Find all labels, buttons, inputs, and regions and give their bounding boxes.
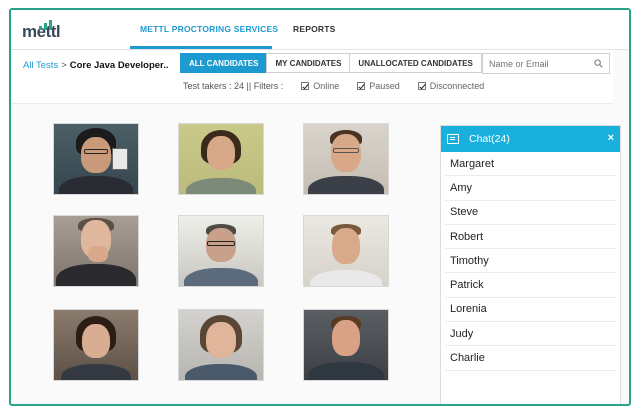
online-checkbox[interactable] bbox=[301, 82, 310, 90]
chat-participant[interactable]: Charlie bbox=[445, 346, 616, 371]
candidate-video-tile[interactable] bbox=[53, 215, 139, 287]
active-tab-indicator bbox=[130, 46, 272, 49]
filter-bar: Test takers : 24 || Filters : Online Pau… bbox=[183, 81, 484, 91]
candidate-video-tile[interactable] bbox=[178, 123, 264, 195]
chat-participant-list: Margaret Amy Steve Robert Timothy Patric… bbox=[441, 152, 620, 371]
candidate-filter-tabs: ALL CANDIDATES MY CANDIDATES UNALLOCATED… bbox=[180, 53, 482, 73]
candidate-video-tile[interactable] bbox=[303, 215, 389, 287]
chat-header[interactable]: Chat(24) × bbox=[441, 126, 620, 152]
search-input[interactable] bbox=[483, 54, 588, 74]
breadcrumb-separator: > bbox=[61, 60, 67, 71]
chat-panel: Chat(24) × Margaret Amy Steve Robert Tim… bbox=[440, 125, 621, 404]
chat-participant[interactable]: Robert bbox=[445, 225, 616, 250]
filter-paused[interactable]: Paused bbox=[357, 81, 400, 91]
chat-participant[interactable]: Patrick bbox=[445, 273, 616, 298]
logo-bars-icon bbox=[39, 20, 61, 30]
breadcrumb: All Tests > Core Java Developer.. bbox=[23, 60, 169, 71]
filter-disconnected[interactable]: Disconnected bbox=[417, 81, 485, 91]
candidate-video-tile[interactable] bbox=[178, 309, 264, 381]
breadcrumb-all-tests[interactable]: All Tests bbox=[23, 60, 58, 71]
online-label: Online bbox=[313, 81, 340, 91]
all-candidates-button[interactable]: ALL CANDIDATES bbox=[180, 53, 268, 73]
app-window: mettl METTL PROCTORING SERVICES REPORTS … bbox=[9, 8, 631, 406]
chat-participant[interactable]: Judy bbox=[445, 322, 616, 347]
chat-title: Chat(24) bbox=[469, 133, 510, 145]
top-nav: mettl METTL PROCTORING SERVICES REPORTS bbox=[11, 10, 629, 50]
chat-icon bbox=[447, 134, 459, 144]
candidate-video-tile[interactable] bbox=[53, 309, 139, 381]
candidate-video-tile[interactable] bbox=[303, 123, 389, 195]
candidate-video-tile[interactable] bbox=[53, 123, 139, 195]
chat-participant[interactable]: Amy bbox=[445, 176, 616, 201]
my-candidates-button[interactable]: MY CANDIDATES bbox=[266, 53, 351, 73]
search-icon[interactable] bbox=[594, 59, 603, 68]
chat-participant[interactable]: Margaret bbox=[445, 152, 616, 177]
breadcrumb-current-test: Core Java Developer.. bbox=[69, 60, 169, 71]
paused-checkbox[interactable] bbox=[357, 82, 366, 90]
close-icon[interactable]: × bbox=[608, 132, 614, 144]
filter-online[interactable]: Online bbox=[301, 81, 339, 91]
tab-reports[interactable]: REPORTS bbox=[293, 24, 336, 34]
unallocated-candidates-button[interactable]: UNALLOCATED CANDIDATES bbox=[349, 53, 482, 73]
chat-participant[interactable]: Lorenia bbox=[445, 298, 616, 323]
disconnected-label: Disconnected bbox=[429, 81, 485, 91]
candidate-video-tile[interactable] bbox=[303, 309, 389, 381]
chat-participant[interactable]: Timothy bbox=[445, 249, 616, 274]
chat-participant[interactable]: Steve bbox=[445, 201, 616, 225]
test-takers-summary: Test takers : 24 || Filters : bbox=[183, 81, 284, 91]
search-box bbox=[482, 53, 610, 74]
disconnected-checkbox[interactable] bbox=[417, 82, 426, 90]
tab-proctoring-services[interactable]: METTL PROCTORING SERVICES bbox=[140, 24, 278, 34]
paused-label: Paused bbox=[369, 81, 400, 91]
candidate-video-tile[interactable] bbox=[178, 215, 264, 287]
